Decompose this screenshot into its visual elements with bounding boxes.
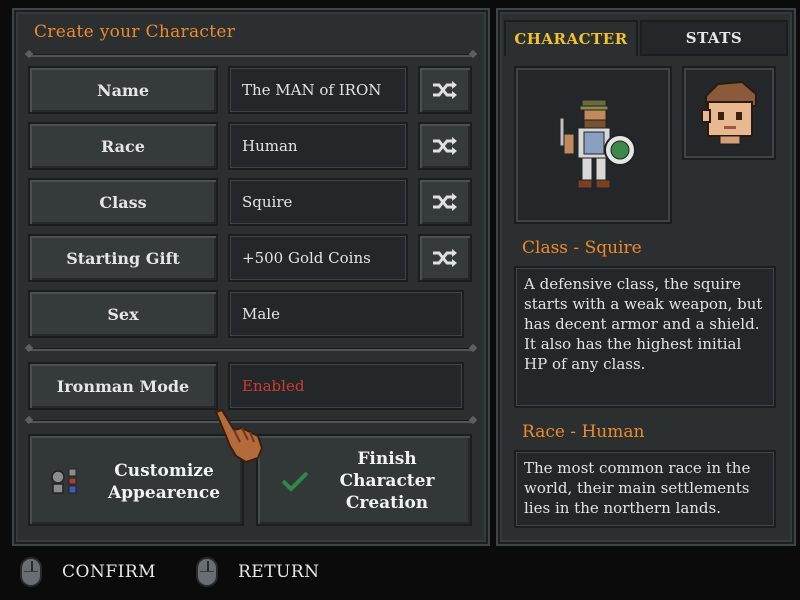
ironman-mode-button[interactable]: Ironman Mode bbox=[28, 362, 218, 410]
class-heading: Class - Squire bbox=[522, 238, 642, 258]
shuffle-icon bbox=[433, 81, 457, 99]
ironman-field[interactable]: Enabled bbox=[228, 362, 464, 410]
ironman-label: Ironman Mode bbox=[56, 376, 190, 396]
randomize-race-button[interactable] bbox=[418, 122, 472, 170]
character-sprite-portrait bbox=[514, 66, 672, 224]
randomize-gift-button[interactable] bbox=[418, 234, 472, 282]
race-value: Human bbox=[242, 137, 298, 155]
race-label-button[interactable]: Race bbox=[28, 122, 218, 170]
confirm-label: CONFIRM bbox=[62, 562, 157, 582]
race-heading: Race - Human bbox=[522, 422, 645, 442]
divider bbox=[28, 54, 474, 57]
sex-label-button[interactable]: Sex bbox=[28, 290, 218, 338]
class-value: Squire bbox=[242, 193, 293, 211]
class-description: A defensive class, the squire starts wit… bbox=[514, 266, 776, 408]
starting-gift-label: Starting Gift bbox=[66, 248, 180, 268]
race-description-text: The most common race in the world, their… bbox=[524, 459, 751, 517]
check-icon bbox=[281, 471, 309, 492]
confirm-hint[interactable]: CONFIRM bbox=[20, 556, 156, 588]
panel-title: Create your Character bbox=[34, 22, 236, 42]
sex-label: Sex bbox=[107, 304, 139, 324]
mouse-icon bbox=[20, 557, 42, 587]
randomize-name-button[interactable] bbox=[418, 66, 472, 114]
sex-field[interactable]: Male bbox=[228, 290, 464, 338]
finish-label: Finish Character Creation bbox=[339, 449, 435, 513]
finish-character-creation-button[interactable]: Finish Character Creation bbox=[256, 434, 472, 526]
tab-stats-label: STATS bbox=[685, 29, 743, 47]
starting-gift-field[interactable]: +500 Gold Coins bbox=[228, 234, 408, 282]
pointing-hand-cursor bbox=[214, 408, 264, 464]
palette-icon bbox=[51, 468, 77, 494]
customize-label: Customize Appearence bbox=[107, 461, 221, 503]
character-info-panel: CHARACTER STATS Class - Squire A defensi… bbox=[496, 8, 796, 546]
name-value: The MAN of IRON bbox=[242, 81, 382, 99]
class-label-button[interactable]: Class bbox=[28, 178, 218, 226]
tab-character-label: CHARACTER bbox=[514, 30, 628, 48]
divider bbox=[28, 348, 474, 351]
shuffle-icon bbox=[433, 249, 457, 267]
randomize-class-button[interactable] bbox=[418, 178, 472, 226]
starting-gift-label-button[interactable]: Starting Gift bbox=[28, 234, 218, 282]
ironman-value: Enabled bbox=[242, 377, 305, 395]
name-field[interactable]: The MAN of IRON bbox=[228, 66, 408, 114]
mouse-icon bbox=[196, 557, 218, 587]
tab-character[interactable]: CHARACTER bbox=[504, 20, 638, 56]
race-field[interactable]: Human bbox=[228, 122, 408, 170]
return-hint[interactable]: RETURN bbox=[196, 556, 320, 588]
tab-stats[interactable]: STATS bbox=[640, 20, 788, 56]
sex-value: Male bbox=[242, 305, 280, 323]
return-label: RETURN bbox=[238, 562, 320, 582]
class-description-text: A defensive class, the squire starts wit… bbox=[524, 275, 763, 373]
race-description: The most common race in the world, their… bbox=[514, 450, 776, 528]
class-label: Class bbox=[99, 192, 147, 212]
face-image bbox=[701, 80, 757, 145]
name-label: Name bbox=[96, 80, 150, 100]
shuffle-icon bbox=[433, 137, 457, 155]
character-face-portrait bbox=[682, 66, 776, 160]
starting-gift-value: +500 Gold Coins bbox=[242, 249, 371, 267]
shuffle-icon bbox=[433, 193, 457, 211]
race-label: Race bbox=[101, 136, 145, 156]
squire-sprite-image bbox=[559, 99, 636, 189]
character-creation-panel: Create your Character Name The MAN of IR… bbox=[12, 8, 490, 546]
class-field[interactable]: Squire bbox=[228, 178, 408, 226]
name-label-button[interactable]: Name bbox=[28, 66, 218, 114]
